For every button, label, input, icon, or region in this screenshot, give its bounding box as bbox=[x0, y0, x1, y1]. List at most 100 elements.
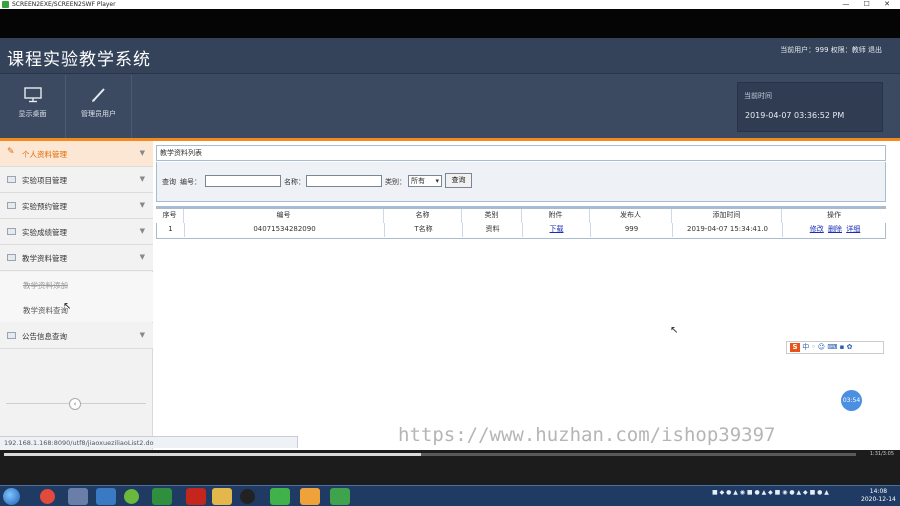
admin-user-label: 管理员用户 bbox=[81, 110, 116, 118]
search-button[interactable]: 查询 bbox=[445, 173, 472, 188]
app-header: 课程实验教学系统 当前用户：999 权限：教师 退出 显示桌面 管理员用户 当前… bbox=[0, 38, 900, 138]
system-tray[interactable]: ■ ◆ ● ▲ ◉ ■ ● ▲ ◆ ■ ◉ ● ▲ ◆ ■ ● ▲ bbox=[712, 489, 829, 496]
sidebar: ✎ 个人资料管理 ▼ 实验项目管理 ▼ 实验预约管理 ▼ 实验成绩管理 ▼ 教学… bbox=[0, 141, 153, 450]
current-time-label: 当前时间 bbox=[744, 92, 772, 100]
sidebar-item-notices[interactable]: 公告信息查询 ▼ bbox=[0, 323, 153, 349]
name-label: 名称： bbox=[284, 178, 305, 186]
sidebar-item-profile[interactable]: ✎ 个人资料管理 ▼ bbox=[0, 141, 153, 167]
player-title-bar: SCREEN2EXE/SCREEN2SWF Player — ☐ ✕ bbox=[0, 0, 900, 9]
edit-link[interactable]: 修改 bbox=[810, 225, 824, 233]
show-desktop-label: 显示桌面 bbox=[18, 110, 47, 118]
app-icon[interactable] bbox=[96, 488, 116, 505]
col-category: 类别 bbox=[462, 209, 522, 223]
sidebar-item-label: 实验预约管理 bbox=[22, 202, 67, 211]
sidebar-item-label: 个人资料管理 bbox=[22, 150, 67, 159]
row-category: 资料 bbox=[463, 223, 523, 237]
sidebar-item-grades[interactable]: 实验成绩管理 ▼ bbox=[0, 219, 153, 245]
timer-badge: 03:54 bbox=[841, 390, 862, 411]
clock-time: 14:08 bbox=[869, 488, 888, 495]
app-icon[interactable] bbox=[152, 488, 172, 505]
search-prefix: 查询 bbox=[162, 178, 176, 186]
player-title: SCREEN2EXE/SCREEN2SWF Player bbox=[12, 1, 116, 8]
chevron-down-icon: ▼ bbox=[139, 253, 145, 261]
ime-toolbar[interactable]: S 中 ◦ ☺ ⌨ ▪ ✿ bbox=[786, 341, 884, 354]
pencil-icon bbox=[91, 88, 105, 102]
download-link[interactable]: 下载 bbox=[523, 223, 591, 237]
col-name: 名称 bbox=[384, 209, 462, 223]
clock-date: 2020-12-14 bbox=[861, 496, 896, 503]
chrome-icon[interactable] bbox=[40, 489, 55, 504]
app-window: 课程实验教学系统 当前用户：999 权限：教师 退出 显示桌面 管理员用户 当前… bbox=[0, 38, 900, 450]
number-input[interactable] bbox=[205, 175, 281, 187]
chevron-down-icon: ▼ bbox=[139, 201, 145, 209]
sidebar-item-materials[interactable]: 教学资料管理 ▼ bbox=[0, 245, 153, 271]
app-icon[interactable] bbox=[300, 488, 320, 505]
list-icon bbox=[7, 228, 16, 235]
panel-title: 教学资料列表 bbox=[156, 145, 886, 161]
row-number: 04071534282090 bbox=[185, 223, 385, 237]
col-added-time: 添加时间 bbox=[672, 209, 782, 223]
list-icon bbox=[7, 254, 16, 261]
col-index: 序号 bbox=[156, 209, 184, 223]
window-controls[interactable]: — ☐ ✕ bbox=[842, 0, 896, 9]
sogou-icon: S bbox=[790, 343, 800, 352]
taskbar-clock[interactable]: 14:08 2020-12-14 bbox=[861, 488, 896, 504]
list-icon bbox=[7, 202, 16, 209]
sidebar-item-label: 公告信息查询 bbox=[22, 332, 67, 341]
player-app-icon bbox=[2, 1, 9, 8]
taskbar: ■ ◆ ● ▲ ◉ ■ ● ▲ ◆ ■ ◉ ● ▲ ◆ ■ ● ▲ 14:08 … bbox=[0, 485, 900, 506]
start-button[interactable] bbox=[3, 488, 20, 505]
chevron-down-icon: ▼ bbox=[139, 331, 145, 339]
row-publisher: 999 bbox=[591, 223, 673, 237]
folder-icon[interactable] bbox=[212, 488, 232, 505]
sidebar-item-label: 教学资料管理 bbox=[22, 254, 67, 263]
col-operations: 操作 bbox=[827, 211, 841, 219]
flash-icon[interactable] bbox=[186, 488, 206, 505]
player-letterbox bbox=[0, 9, 900, 38]
playback-time: 1:31/3:05 bbox=[869, 451, 894, 457]
seek-progress bbox=[4, 453, 422, 456]
number-label: 编号： bbox=[180, 178, 201, 186]
header-top-bar: 课程实验教学系统 当前用户：999 权限：教师 退出 bbox=[0, 38, 900, 74]
sidebar-collapse-button[interactable]: ‹ bbox=[69, 398, 81, 410]
qq-icon[interactable] bbox=[240, 489, 255, 504]
chevron-down-icon: ▼ bbox=[139, 149, 145, 157]
row-added-time: 2019-04-07 15:34:41.0 bbox=[673, 223, 783, 237]
col-attachment: 附件 bbox=[522, 209, 590, 223]
app-title: 课程实验教学系统 bbox=[7, 50, 151, 70]
sidebar-item-projects[interactable]: 实验项目管理 ▼ bbox=[0, 167, 153, 193]
user-info[interactable]: 当前用户：999 权限：教师 退出 bbox=[780, 45, 882, 55]
mouse-cursor-icon: ↖ bbox=[63, 301, 72, 312]
main-content: 教学资料列表 查询 编号： 名称： 类别： 所有 ▾ 查询 序号 编号 名称 类… bbox=[156, 145, 886, 241]
sidebar-item-label: 实验成绩管理 bbox=[22, 228, 67, 237]
calendar-icon bbox=[7, 332, 16, 339]
app-icon[interactable] bbox=[68, 488, 88, 505]
watermark: https://www.huzhan.com/ishop39397 bbox=[398, 424, 776, 446]
table-header-row: 序号 编号 名称 类别 附件 发布人 添加时间 操作 bbox=[156, 206, 886, 223]
player-seek-bar[interactable]: 1:31/3:05 bbox=[0, 450, 900, 485]
pencil-icon: ✎ bbox=[7, 147, 15, 157]
chevron-down-icon: ▼ bbox=[139, 175, 145, 183]
delete-link[interactable]: 删除 bbox=[828, 225, 842, 233]
sidebar-subitem-query-material[interactable]: 教学资料查询 bbox=[0, 297, 153, 322]
current-time-value: 2019-04-07 03:36:52 PM bbox=[745, 111, 845, 120]
detail-link[interactable]: 详细 bbox=[846, 225, 860, 233]
sidebar-subitem-label: 教学资料添加 bbox=[23, 281, 68, 290]
row-operations: 修改 删除 详细 bbox=[783, 223, 887, 237]
category-select[interactable]: 所有 ▾ bbox=[408, 175, 442, 187]
col-publisher: 发布人 bbox=[590, 209, 672, 223]
search-bar: 查询 编号： 名称： 类别： 所有 ▾ 查询 bbox=[156, 162, 886, 202]
show-desktop-button[interactable]: 显示桌面 bbox=[0, 75, 66, 138]
table-row: 1 04071534282090 T名称 资料 下载 999 2019-04-0… bbox=[156, 223, 886, 239]
app-icon[interactable] bbox=[330, 488, 350, 505]
app-icon[interactable] bbox=[124, 489, 139, 504]
sidebar-item-reservations[interactable]: 实验预约管理 ▼ bbox=[0, 193, 153, 219]
name-input[interactable] bbox=[306, 175, 382, 187]
list-icon bbox=[7, 176, 16, 183]
admin-user-button[interactable]: 管理员用户 bbox=[66, 75, 132, 138]
status-url: 192.168.1.168:8090/utf8/jiaoxueziliaoLis… bbox=[0, 436, 298, 448]
sidebar-subitem-add-material[interactable]: 教学资料添加 bbox=[0, 272, 153, 297]
wechat-icon[interactable] bbox=[270, 488, 290, 505]
sidebar-subitem-label: 教学资料查询 bbox=[23, 306, 68, 315]
row-name: T名称 bbox=[385, 223, 463, 237]
